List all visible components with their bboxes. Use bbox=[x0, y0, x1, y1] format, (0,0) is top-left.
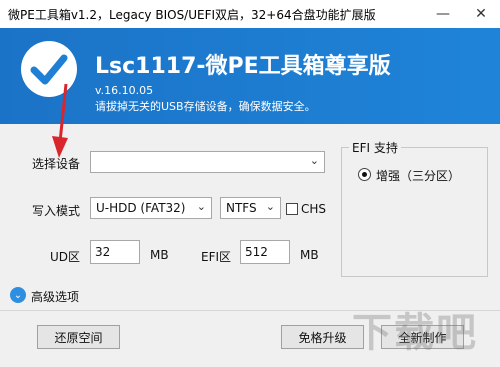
restore-space-button[interactable]: 还原空间 bbox=[37, 325, 120, 349]
chevron-down-icon: ⌄ bbox=[309, 154, 319, 167]
title-bar: 微PE工具箱v1.2，Legacy BIOS/UEFI双启，32+64合盘功能扩… bbox=[0, 0, 500, 29]
device-select[interactable]: ⌄ bbox=[90, 151, 325, 173]
app-title: Lsc1117-微PE工具箱尊享版 bbox=[95, 54, 391, 79]
efi-unit: MB bbox=[300, 248, 319, 262]
enhanced-radio-label: 增强（三分区） bbox=[376, 169, 461, 183]
ud-label: UD区 bbox=[50, 250, 81, 264]
efi-label: EFI区 bbox=[201, 250, 232, 264]
ud-unit: MB bbox=[150, 248, 169, 262]
chevron-down-icon: ⌄ bbox=[196, 200, 206, 213]
chs-label: CHS bbox=[301, 202, 327, 216]
safety-hint: 请拔掉无关的USB存储设备，确保数据安全。 bbox=[95, 100, 316, 113]
filesystem-value: NTFS bbox=[226, 201, 257, 215]
chevron-down-icon[interactable]: ⌄ bbox=[10, 287, 26, 303]
header-banner: Lsc1117-微PE工具箱尊享版 v.16.10.05 请拔掉无关的USB存储… bbox=[0, 28, 500, 124]
device-label: 选择设备 bbox=[32, 157, 81, 171]
minimize-icon: — bbox=[436, 6, 450, 22]
check-logo-icon bbox=[21, 41, 77, 97]
write-mode-select[interactable]: U-HDD (FAT32) ⌄ bbox=[90, 197, 212, 219]
efi-size-value: 512 bbox=[245, 245, 268, 259]
chs-checkbox[interactable] bbox=[286, 203, 298, 215]
enhanced-radio[interactable] bbox=[358, 168, 371, 181]
minimize-button[interactable]: — bbox=[424, 0, 462, 28]
app-version: v.16.10.05 bbox=[95, 84, 154, 97]
window-title: 微PE工具箱v1.2，Legacy BIOS/UEFI双启，32+64合盘功能扩… bbox=[8, 8, 376, 22]
advanced-options-label[interactable]: 高级选项 bbox=[31, 288, 79, 305]
ud-size-value: 32 bbox=[95, 245, 111, 259]
efi-size-input[interactable]: 512 bbox=[240, 240, 290, 264]
close-button[interactable]: ✕ bbox=[462, 0, 500, 28]
close-icon: ✕ bbox=[475, 6, 487, 22]
ud-size-input[interactable]: 32 bbox=[90, 240, 140, 264]
write-mode-label: 写入模式 bbox=[32, 204, 81, 218]
efi-group-title: EFI 支持 bbox=[349, 139, 401, 156]
filesystem-select[interactable]: NTFS ⌄ bbox=[220, 197, 281, 219]
write-mode-value: U-HDD (FAT32) bbox=[96, 201, 186, 215]
watermark: 下载吧 bbox=[352, 310, 478, 356]
chevron-down-icon: ⌄ bbox=[265, 200, 275, 213]
